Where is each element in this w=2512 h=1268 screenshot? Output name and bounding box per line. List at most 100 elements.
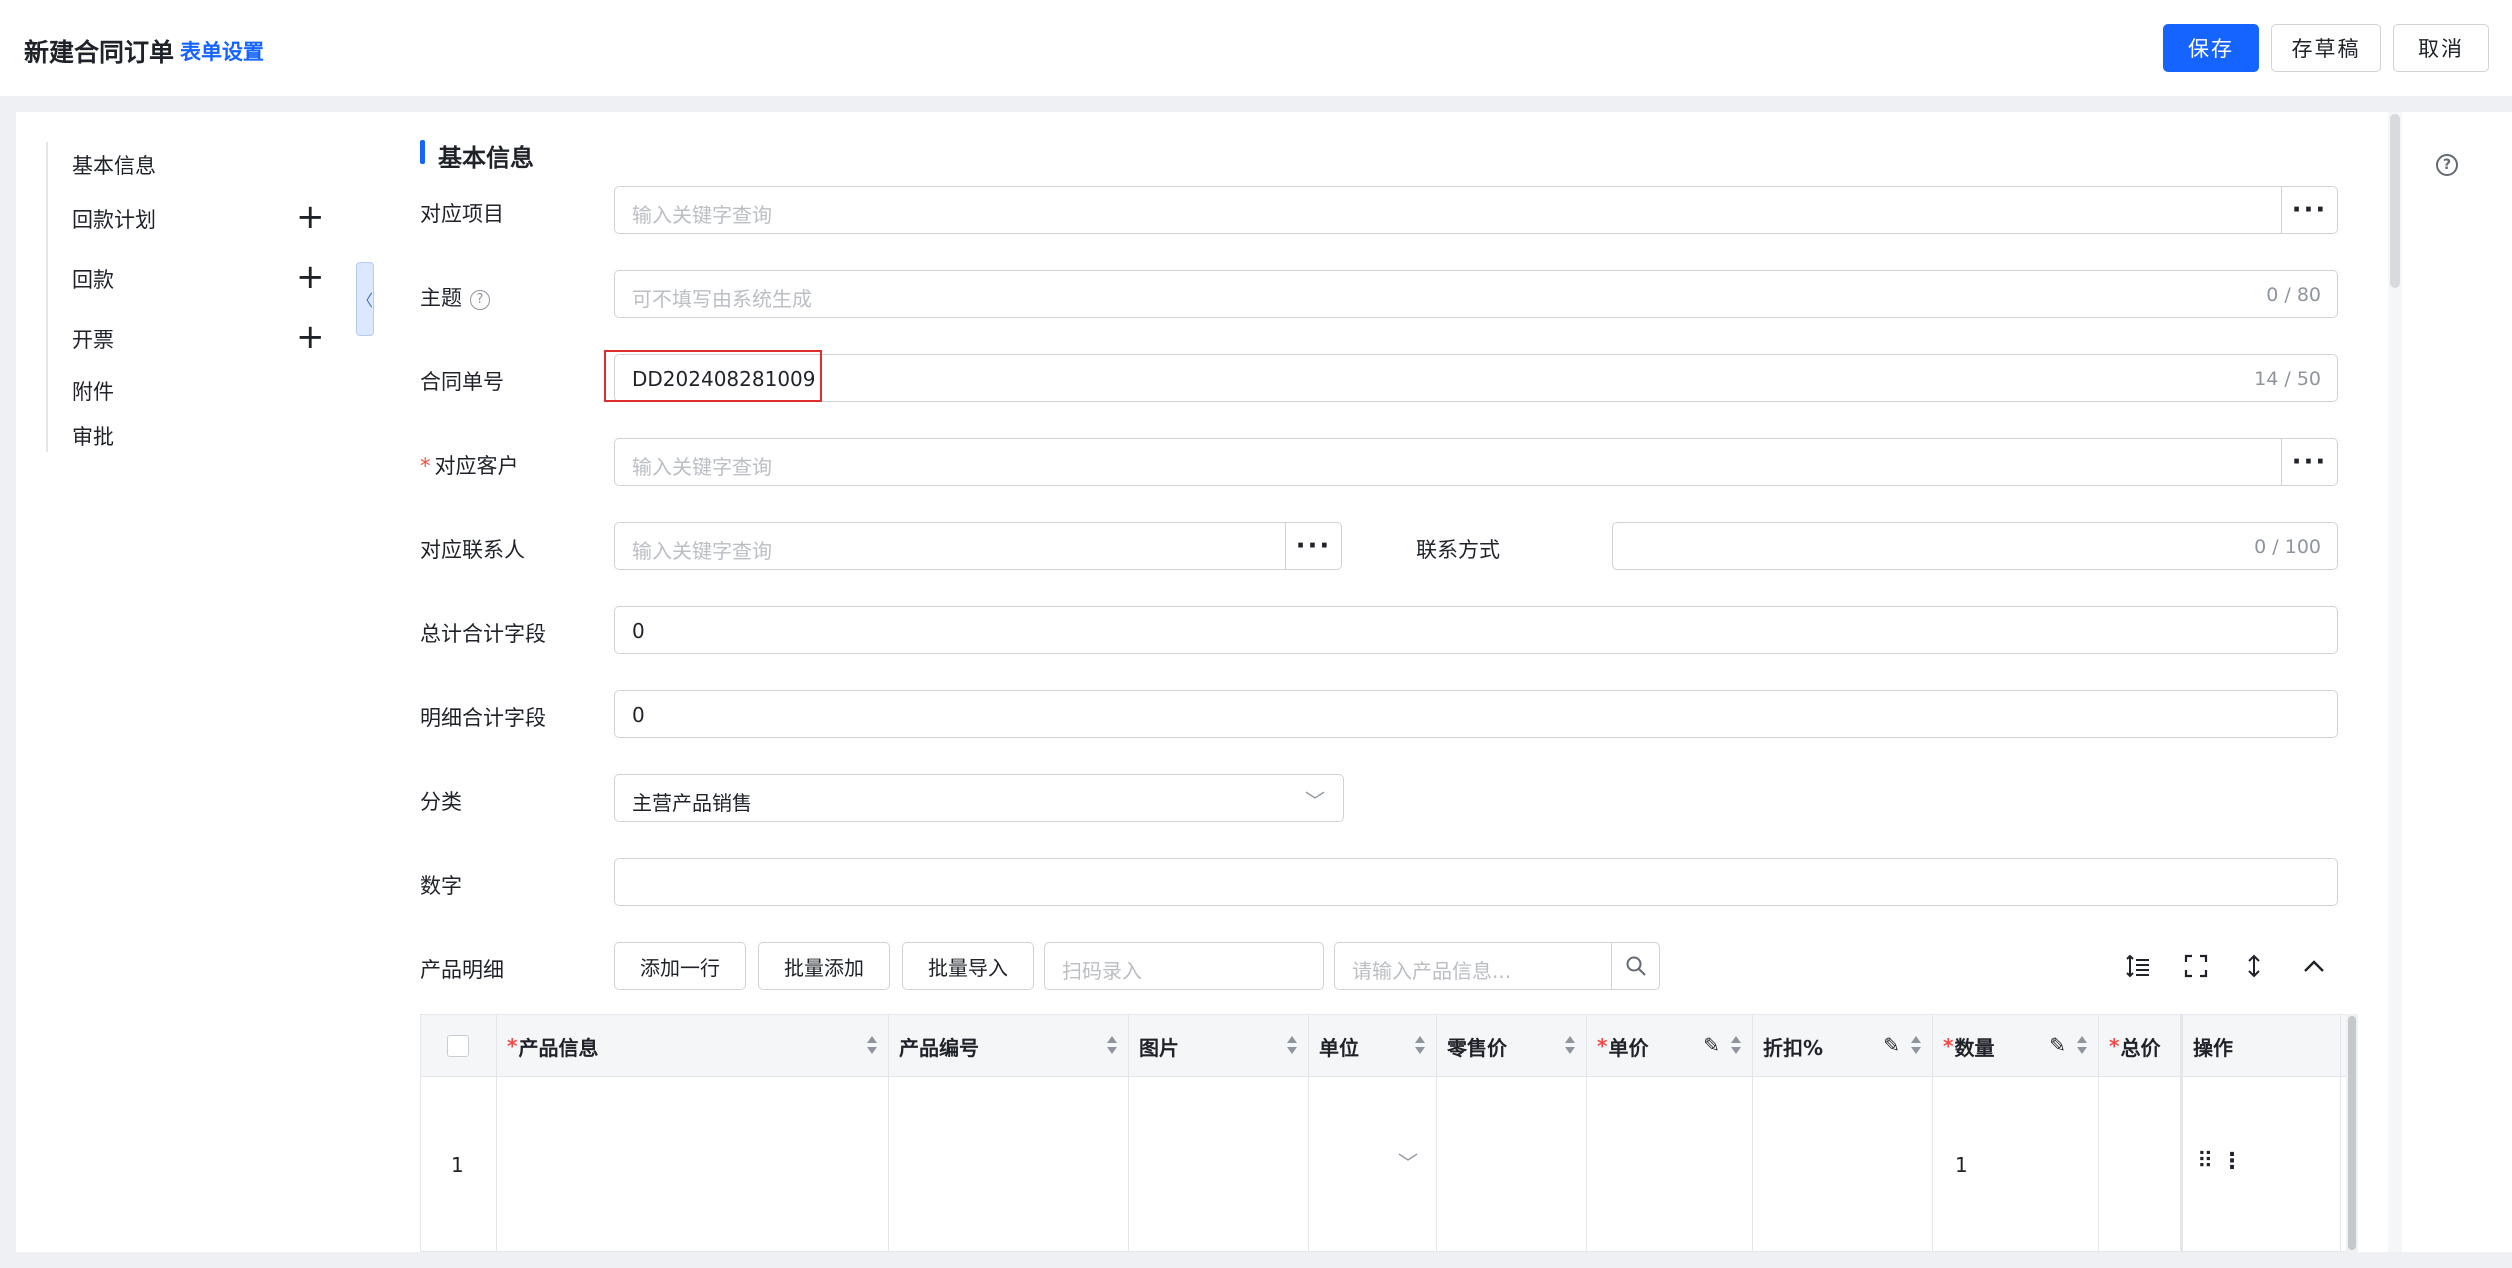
sort-icon[interactable] bbox=[1730, 1035, 1742, 1057]
add-payment-icon[interactable]: + bbox=[296, 260, 325, 294]
question-icon[interactable]: ? bbox=[470, 289, 490, 310]
help-icon[interactable]: ? bbox=[2436, 154, 2458, 176]
detail-total-value: 0 bbox=[632, 703, 645, 727]
row-height-icon[interactable] bbox=[2122, 950, 2154, 982]
chevron-down-icon[interactable]: ﹀ bbox=[1398, 1147, 1418, 1176]
chevron-up-icon[interactable] bbox=[2298, 950, 2330, 982]
detail-total-input[interactable]: 0 bbox=[614, 690, 2338, 738]
col-unit-price[interactable]: * 单价 ✎ bbox=[1587, 1015, 1753, 1077]
project-placeholder: 输入关键字查询 bbox=[632, 203, 772, 227]
customer-more-icon[interactable]: ··· bbox=[2281, 439, 2337, 485]
add-invoice-icon[interactable]: + bbox=[296, 320, 325, 354]
scan-placeholder: 扫码录入 bbox=[1062, 959, 1142, 983]
col-total-price[interactable]: * 总价 bbox=[2099, 1015, 2181, 1077]
page-scrollbar-thumb[interactable] bbox=[2390, 114, 2400, 288]
col-retail-price[interactable]: 零售价 bbox=[1437, 1015, 1587, 1077]
unit-price-cell[interactable] bbox=[1587, 1077, 1753, 1252]
product-table: * 产品信息 产品编号 图片 单位 零售价 * 单价 ✎ 折扣% ✎ * 数量 … bbox=[420, 1014, 2358, 1252]
customer-field[interactable]: 输入关键字查询 ··· bbox=[614, 438, 2338, 486]
drag-handle-icon[interactable]: ⠿ bbox=[2197, 1149, 2213, 1174]
contract-no-field[interactable]: DD202408281009 14 / 50 bbox=[614, 354, 2338, 402]
number-input[interactable] bbox=[614, 858, 2338, 906]
project-more-icon[interactable]: ··· bbox=[2281, 187, 2337, 233]
edit-icon[interactable]: ✎ bbox=[1883, 1033, 1900, 1057]
col-label: 数量 bbox=[1954, 1035, 1995, 1060]
subject-placeholder: 可不填写由系统生成 bbox=[632, 287, 812, 311]
nav-item-attachments[interactable]: 附件 bbox=[72, 376, 114, 406]
collapse-nav-icon[interactable]: 〈 bbox=[356, 262, 374, 336]
actions-cell: ⠿ ⋮ bbox=[2181, 1077, 2341, 1252]
col-label: 折扣% bbox=[1763, 1035, 1824, 1060]
table-scrollbar-thumb[interactable] bbox=[2348, 1016, 2356, 1250]
col-unit[interactable]: 单位 bbox=[1309, 1015, 1437, 1077]
nav-item-approval[interactable]: 审批 bbox=[72, 421, 114, 451]
unit-cell[interactable]: ﹀ bbox=[1309, 1077, 1437, 1252]
total-field-input[interactable]: 0 bbox=[614, 606, 2338, 654]
product-info-cell[interactable] bbox=[497, 1077, 889, 1252]
contract-no-counter: 14 / 50 bbox=[2254, 368, 2321, 390]
required-mark: * bbox=[507, 1034, 518, 1058]
product-search-placeholder: 请输入产品信息... bbox=[1352, 959, 1512, 983]
cancel-button[interactable]: 取消 bbox=[2393, 24, 2489, 72]
nav-item-invoice[interactable]: 开票 bbox=[72, 324, 114, 354]
search-icon[interactable] bbox=[1611, 943, 1659, 989]
save-draft-button[interactable]: 存草稿 bbox=[2271, 24, 2381, 72]
fullscreen-icon[interactable] bbox=[2180, 950, 2212, 982]
nav-item-basic-info[interactable]: 基本信息 bbox=[72, 150, 156, 180]
contact-placeholder: 输入关键字查询 bbox=[632, 539, 772, 563]
number-label: 数字 bbox=[420, 874, 462, 898]
col-product-info[interactable]: * 产品信息 bbox=[497, 1015, 889, 1077]
contact-method-field[interactable]: 0 / 100 bbox=[1612, 522, 2338, 570]
nav-item-payment[interactable]: 回款 bbox=[72, 264, 114, 294]
product-search-input[interactable]: 请输入产品信息... bbox=[1334, 942, 1660, 990]
product-code-cell[interactable] bbox=[889, 1077, 1129, 1252]
sort-icon[interactable] bbox=[1910, 1035, 1922, 1057]
project-field[interactable]: 输入关键字查询 ··· bbox=[614, 186, 2338, 234]
contact-method-label: 联系方式 bbox=[1416, 538, 1500, 562]
total-price-cell[interactable] bbox=[2099, 1077, 2181, 1252]
nav-item-payment-plan[interactable]: 回款计划 bbox=[72, 204, 156, 234]
col-label: 总价 bbox=[2120, 1035, 2161, 1060]
col-label: 操作 bbox=[2193, 1035, 2233, 1060]
form-settings-link[interactable]: 表单设置 bbox=[180, 36, 264, 66]
quantity-cell[interactable]: 1 bbox=[1933, 1077, 2099, 1252]
detail-total-label: 明细合计字段 bbox=[420, 706, 546, 730]
add-payment-plan-icon[interactable]: + bbox=[296, 200, 325, 234]
category-select[interactable]: 主营产品销售 ﹀ bbox=[614, 774, 1344, 822]
sort-icon[interactable] bbox=[1286, 1035, 1298, 1057]
required-mark: * bbox=[1943, 1034, 1954, 1058]
col-quantity[interactable]: * 数量 ✎ bbox=[1933, 1015, 2099, 1077]
category-label: 分类 bbox=[420, 790, 462, 814]
more-actions-icon[interactable]: ⋮ bbox=[2221, 1149, 2243, 1174]
save-button[interactable]: 保存 bbox=[2163, 24, 2259, 72]
edit-icon[interactable]: ✎ bbox=[2049, 1033, 2066, 1057]
discount-cell[interactable] bbox=[1753, 1077, 1933, 1252]
image-cell[interactable] bbox=[1129, 1077, 1309, 1252]
sort-icon[interactable] bbox=[1106, 1035, 1118, 1057]
retail-price-cell[interactable] bbox=[1437, 1077, 1587, 1252]
col-discount[interactable]: 折扣% ✎ bbox=[1753, 1015, 1933, 1077]
select-all-checkbox[interactable] bbox=[447, 1035, 469, 1057]
edit-icon[interactable]: ✎ bbox=[1703, 1033, 1720, 1057]
scan-input[interactable]: 扫码录入 bbox=[1044, 942, 1324, 990]
sort-icon[interactable] bbox=[1564, 1035, 1576, 1057]
col-product-code[interactable]: 产品编号 bbox=[889, 1015, 1129, 1077]
page-title: 新建合同订单 bbox=[24, 38, 175, 67]
batch-import-button[interactable]: 批量导入 bbox=[902, 942, 1034, 990]
col-image[interactable]: 图片 bbox=[1129, 1015, 1309, 1077]
highlight-box bbox=[604, 350, 822, 402]
customer-label: * 对应客户 bbox=[420, 450, 519, 480]
contact-label: 对应联系人 bbox=[420, 538, 525, 562]
sort-icon[interactable] bbox=[866, 1035, 878, 1057]
contact-more-icon[interactable]: ··· bbox=[1285, 523, 1341, 569]
project-label: 对应项目 bbox=[420, 202, 504, 226]
product-detail-label: 产品明细 bbox=[420, 958, 504, 982]
expand-vertical-icon[interactable] bbox=[2238, 950, 2270, 982]
contact-field[interactable]: 输入关键字查询 ··· bbox=[614, 522, 1342, 570]
sort-icon[interactable] bbox=[2076, 1035, 2088, 1057]
subject-field[interactable]: 可不填写由系统生成 0 / 80 bbox=[614, 270, 2338, 318]
sort-icon[interactable] bbox=[1414, 1035, 1426, 1057]
batch-add-button[interactable]: 批量添加 bbox=[758, 942, 890, 990]
col-label: 产品信息 bbox=[518, 1035, 599, 1060]
add-row-button[interactable]: 添加一行 bbox=[614, 942, 746, 990]
